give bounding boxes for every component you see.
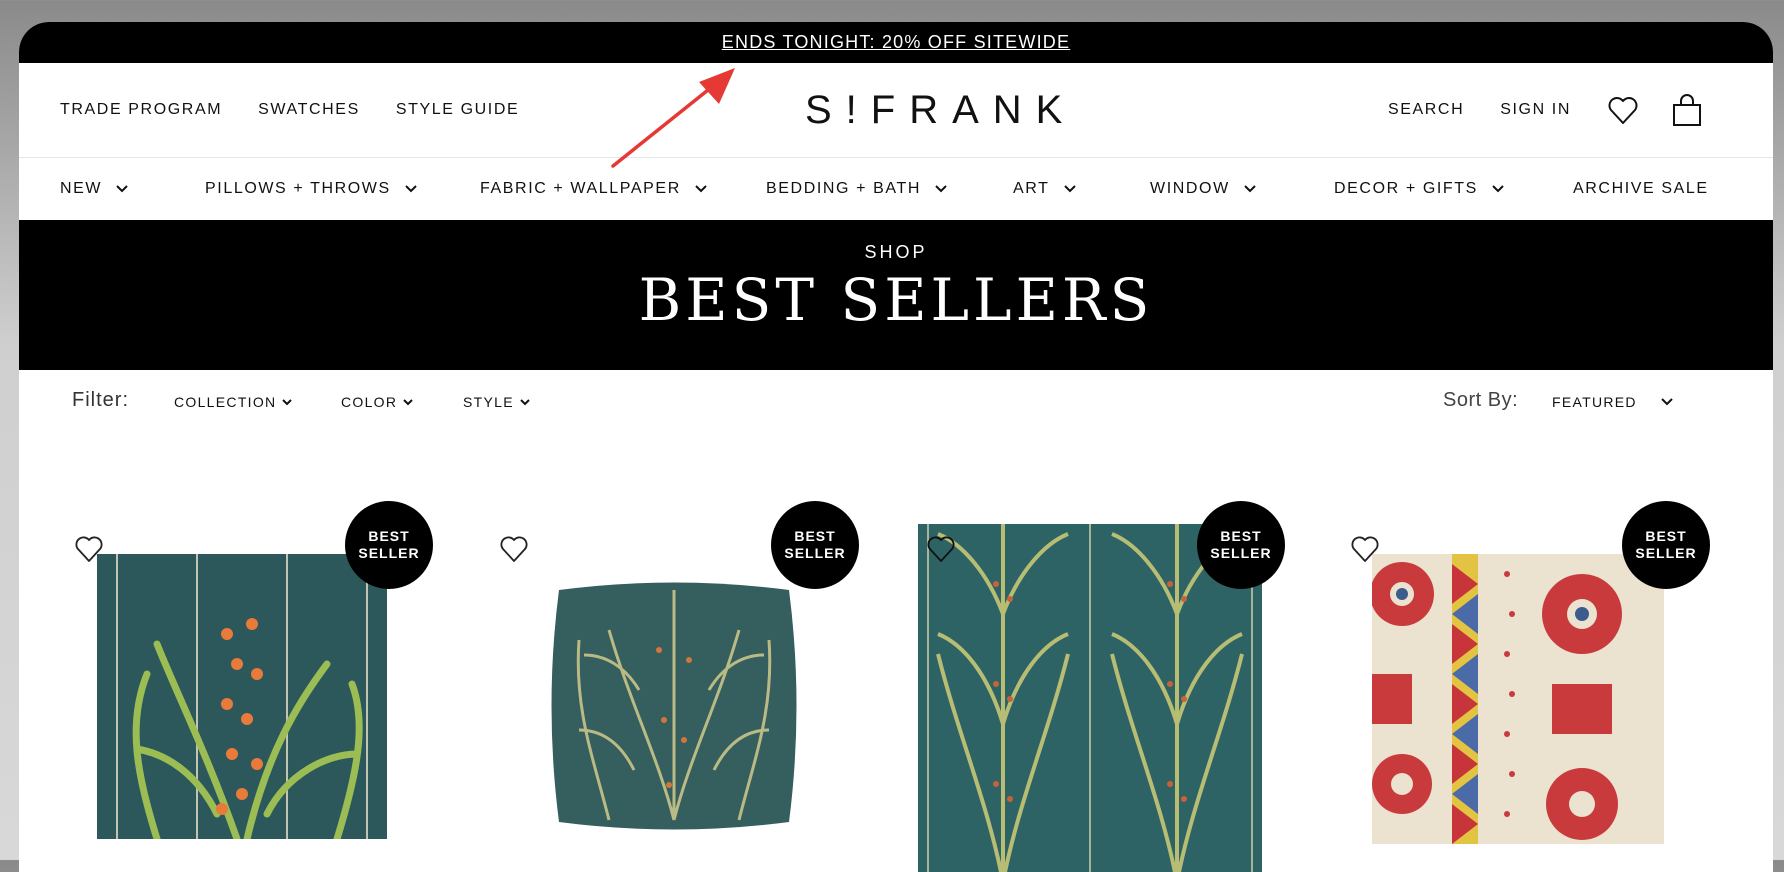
chevron-down-icon — [405, 185, 417, 193]
badge-line: SELLER — [1635, 545, 1697, 561]
nav-item-art[interactable]: ART — [1013, 158, 1076, 220]
nav-label: BEDDING + BATH — [766, 180, 922, 197]
filter-label: Filter: — [72, 389, 129, 411]
nav-label: DECOR + GIFTS — [1334, 180, 1478, 197]
badge-line: SELLER — [1210, 545, 1272, 561]
nav-item-pillows-throws[interactable]: PILLOWS + THROWS — [205, 158, 417, 220]
announcement-bar: ENDS TONIGHT: 20% OFF SITEWIDE — [19, 22, 1773, 63]
chevron-down-icon — [116, 185, 128, 193]
filter-collection-dropdown[interactable]: COLLECTION — [174, 394, 293, 410]
product-image[interactable] — [97, 554, 387, 839]
nav-label: NEW — [60, 180, 103, 197]
filter-bar: Filter: COLLECTION COLOR STYLE Sort By: … — [19, 370, 1773, 432]
nav-label: FABRIC + WALLPAPER — [480, 180, 681, 197]
chevron-down-icon — [1063, 185, 1076, 193]
hero-kicker: SHOP — [864, 242, 928, 262]
favorite-heart-icon[interactable] — [926, 534, 956, 564]
style-guide-link[interactable]: STYLE GUIDE — [396, 101, 519, 119]
chevron-down-icon — [282, 398, 293, 405]
main-navigation: NEW PILLOWS + THROWS FABRIC + WALLPAPER … — [19, 158, 1773, 220]
filter-color-dropdown[interactable]: COLOR — [341, 394, 414, 410]
nav-item-bedding-bath[interactable]: BEDDING + BATH — [766, 158, 947, 220]
utility-nav-right: SEARCH SIGN IN — [1388, 63, 1703, 157]
trade-program-link[interactable]: TRADE PROGRAM — [60, 101, 222, 119]
badge-line: BEST — [1645, 528, 1687, 544]
nav-item-decor-gifts[interactable]: DECOR + GIFTS — [1334, 158, 1504, 220]
chevron-down-icon — [1492, 185, 1504, 193]
badge-line: BEST — [1220, 528, 1262, 544]
nav-item-window[interactable]: WINDOW — [1150, 158, 1256, 220]
page-title: BEST SELLERS — [638, 266, 1154, 334]
page-hero: SHOP BEST SELLERS — [19, 220, 1773, 370]
browser-page: ENDS TONIGHT: 20% OFF SITEWIDE TRADE PRO… — [19, 22, 1773, 872]
nav-label: ART — [1013, 180, 1050, 197]
nav-item-archive-sale[interactable]: ARCHIVE SALE — [1573, 158, 1709, 220]
chevron-down-icon — [1244, 185, 1256, 193]
nav-label: ARCHIVE SALE — [1573, 180, 1709, 197]
badge-line: SELLER — [358, 545, 420, 561]
best-seller-badge: BEST SELLER — [345, 501, 433, 589]
chevron-down-icon — [403, 398, 414, 405]
chevron-down-icon — [695, 185, 707, 193]
badge-line: SELLER — [784, 545, 846, 561]
best-seller-badge: BEST SELLER — [771, 501, 859, 589]
annotation-arrow-icon — [611, 68, 735, 168]
chevron-down-icon — [1661, 398, 1673, 406]
favorite-heart-icon[interactable] — [499, 534, 529, 564]
sort-value: FEATURED — [1552, 394, 1637, 410]
utility-nav-left: TRADE PROGRAM SWATCHES STYLE GUIDE — [60, 63, 519, 157]
logo-text: S!FRANK — [805, 88, 1077, 132]
badge-line: BEST — [368, 528, 410, 544]
sort-label: Sort By: — [1443, 389, 1519, 411]
favorite-heart-icon[interactable] — [74, 534, 104, 564]
product-image[interactable] — [539, 570, 809, 842]
nav-item-new[interactable]: NEW — [60, 158, 128, 220]
site-header: TRADE PROGRAM SWATCHES STYLE GUIDE S!FRA… — [19, 63, 1773, 158]
filter-option-label: COLLECTION — [174, 394, 277, 410]
favorite-heart-icon[interactable] — [1350, 534, 1380, 564]
best-seller-badge: BEST SELLER — [1197, 501, 1285, 589]
filter-option-label: STYLE — [463, 394, 514, 410]
nav-label: PILLOWS + THROWS — [205, 180, 391, 197]
chevron-down-icon — [935, 185, 947, 193]
shopping-bag-icon[interactable] — [1671, 93, 1703, 127]
swatches-link[interactable]: SWATCHES — [258, 101, 360, 119]
filter-style-dropdown[interactable]: STYLE — [463, 394, 530, 410]
sign-in-link[interactable]: SIGN IN — [1500, 101, 1571, 119]
filter-option-label: COLOR — [341, 394, 398, 410]
wishlist-heart-icon[interactable] — [1607, 95, 1639, 125]
site-logo[interactable]: S!FRANK — [805, 63, 1076, 157]
nav-label: WINDOW — [1150, 180, 1230, 197]
chevron-down-icon — [520, 398, 530, 405]
search-link[interactable]: SEARCH — [1388, 101, 1464, 119]
badge-line: BEST — [794, 528, 836, 544]
announcement-link[interactable]: ENDS TONIGHT: 20% OFF SITEWIDE — [722, 32, 1070, 52]
product-image[interactable] — [1372, 554, 1664, 844]
best-seller-badge: BEST SELLER — [1622, 501, 1710, 589]
sort-dropdown[interactable]: FEATURED — [1552, 394, 1673, 410]
